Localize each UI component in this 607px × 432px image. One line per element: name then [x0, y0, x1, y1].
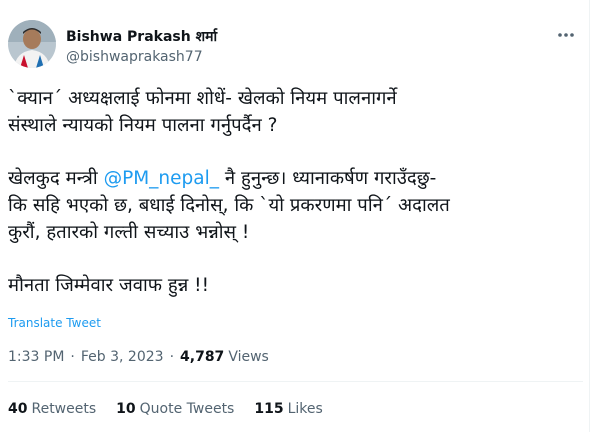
author-handle[interactable]: @bishwaprakash77 — [66, 49, 203, 65]
views-label: Views — [228, 349, 269, 365]
tweet-card: Bishwa Prakash शर्मा @bishwaprakash77 `क… — [0, 0, 590, 432]
tweet-paragraph-3: मौनता जिम्मेवार जवाफ हुन्न !! — [8, 275, 210, 296]
tweet-paragraph-2: खेलकुद मन्त्री @PM_nepal_ नै हुनुन्छ। ध्… — [8, 165, 578, 246]
likes-count: 115 — [254, 401, 284, 417]
more-horizontal-icon — [558, 33, 574, 37]
meta-separator: · — [70, 349, 75, 365]
quote-tweets-label: Quote Tweets — [139, 401, 235, 417]
meta-separator: · — [169, 349, 175, 365]
tweet-time[interactable]: 1:33 PM — [8, 349, 64, 365]
tweet-body: `क्यान´ अध्यक्षलाई फोनमा शोधें- खेलको नि… — [8, 85, 578, 299]
quote-tweets-stat[interactable]: 10 Quote Tweets — [116, 401, 234, 417]
author-name-row[interactable]: Bishwa Prakash शर्मा — [66, 27, 217, 46]
more-options-button[interactable] — [555, 27, 577, 43]
likes-stat[interactable]: 115 Likes — [254, 401, 322, 417]
avatar[interactable] — [8, 20, 56, 68]
tweet-date[interactable]: Feb 3, 2023 — [81, 349, 164, 365]
mention-link[interactable]: @PM_nepal_ — [104, 168, 219, 189]
divider — [8, 381, 583, 382]
tweet-stats: 40 Retweets 10 Quote Tweets 115 Likes — [8, 401, 343, 417]
tweet-paragraph-1: `क्यान´ अध्यक्षलाई फोनमा शोधें- खेलको नि… — [8, 88, 397, 136]
tweet-meta: 1:33 PM · Feb 3, 2023 · 4,787 Views — [8, 349, 269, 365]
retweets-count: 40 — [8, 401, 28, 417]
quote-tweets-count: 10 — [116, 401, 136, 417]
tweet-text-segment: खेलकुद मन्त्री — [8, 168, 104, 189]
translate-tweet-link[interactable]: Translate Tweet — [8, 316, 101, 330]
avatar-image — [8, 20, 56, 68]
retweets-stat[interactable]: 40 Retweets — [8, 401, 96, 417]
author-display-name[interactable]: Bishwa Prakash शर्मा — [66, 27, 217, 46]
likes-label: Likes — [287, 401, 323, 417]
views-count: 4,787 — [180, 349, 225, 365]
retweets-label: Retweets — [31, 401, 97, 417]
